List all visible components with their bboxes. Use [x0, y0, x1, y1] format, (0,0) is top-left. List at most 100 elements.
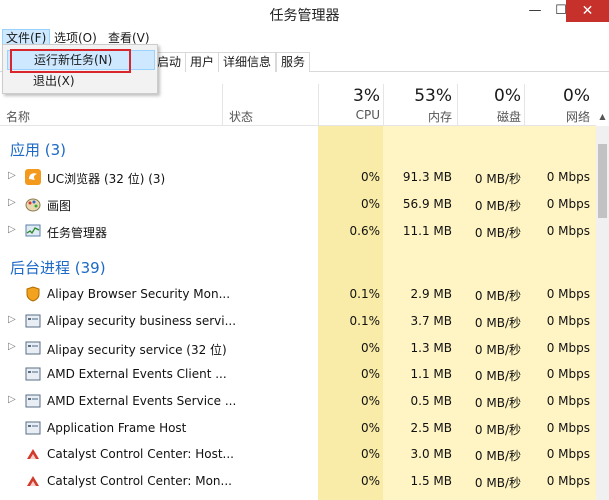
- column-cpu[interactable]: CPU: [320, 108, 380, 122]
- process-network: 0 Mbps: [546, 287, 590, 301]
- process-memory: 2.9 MB: [410, 287, 452, 301]
- process-name: UC浏览器 (32 位) (3): [47, 172, 166, 186]
- process-name: AMD External Events Client ...: [47, 367, 227, 381]
- column-divider: [318, 84, 319, 126]
- process-disk: 0 MB/秒: [474, 396, 521, 410]
- process-memory: 2.5 MB: [410, 421, 452, 435]
- process-memory: 0.5 MB: [410, 394, 452, 408]
- service-icon: [25, 394, 41, 408]
- catalyst-icon: [27, 449, 39, 459]
- expand-arrow-icon[interactable]: ▷: [8, 341, 16, 352]
- column-divider: [222, 84, 223, 126]
- process-cpu: 0.1%: [349, 287, 381, 301]
- column-disk[interactable]: 磁盘: [459, 108, 521, 125]
- process-network: 0 Mbps: [546, 474, 590, 488]
- process-name: 任务管理器: [47, 226, 108, 240]
- process-cpu: 0.1%: [349, 314, 381, 328]
- service-icon: [25, 341, 41, 355]
- file-menu-dropdown: 运行新任务(N) 退出(X): [2, 44, 158, 94]
- scrollbar-thumb[interactable]: [598, 144, 607, 218]
- process-row[interactable]: Alipay Browser Security Mon... 0.1% 2.9 …: [0, 281, 596, 307]
- column-divider: [383, 84, 384, 126]
- menu-item-run-new-task[interactable]: 运行新任务(N): [7, 50, 155, 70]
- tab-details[interactable]: 详细信息: [218, 52, 277, 72]
- process-network: 0 Mbps: [546, 394, 590, 408]
- process-memory: 56.9 MB: [402, 197, 452, 211]
- column-name[interactable]: 名称: [6, 108, 30, 125]
- process-name: Alipay security business servi...: [47, 314, 237, 328]
- process-name: AMD External Events Service ...: [47, 394, 237, 408]
- process-network: 0 Mbps: [546, 170, 590, 184]
- group-background[interactable]: 后台进程 (39): [10, 257, 106, 278]
- process-network: 0 Mbps: [546, 367, 590, 381]
- process-row[interactable]: ▷ Alipay security business servi... 0.1%…: [0, 308, 596, 334]
- process-cpu: 0%: [360, 421, 380, 435]
- title-bar: 任务管理器 — ☐ ✕: [0, 0, 609, 28]
- vertical-scrollbar[interactable]: [596, 126, 609, 500]
- process-row[interactable]: ▷ UC浏览器 (32 位) (3) 0% 91.3 MB 0 MB/秒 0 M…: [0, 164, 596, 190]
- process-network: 0 Mbps: [546, 224, 590, 238]
- column-memory[interactable]: 内存: [385, 108, 452, 125]
- memory-total: 53%: [414, 86, 452, 106]
- process-disk: 0 MB/秒: [474, 343, 521, 357]
- process-name: 画图: [47, 199, 72, 213]
- column-status[interactable]: 状态: [229, 108, 253, 125]
- process-disk: 0 MB/秒: [474, 172, 521, 186]
- process-disk: 0 MB/秒: [474, 226, 521, 240]
- process-name: Catalyst Control Center: Host...: [47, 447, 234, 461]
- process-name: Alipay Browser Security Mon...: [47, 287, 231, 301]
- process-row[interactable]: Catalyst Control Center: Host... 0% 3.0 …: [0, 441, 596, 467]
- task-manager-icon: [25, 224, 41, 237]
- scroll-up-arrow-icon[interactable]: ▲: [596, 110, 609, 124]
- shield-icon: [26, 286, 40, 302]
- process-memory: 1.5 MB: [410, 474, 452, 488]
- process-cpu: 0%: [360, 341, 380, 355]
- tab-services[interactable]: 服务: [276, 52, 311, 72]
- network-total: 0%: [563, 86, 590, 106]
- expand-arrow-icon[interactable]: ▷: [8, 197, 16, 208]
- cpu-total: 3%: [353, 86, 380, 106]
- process-cpu: 0%: [360, 170, 380, 184]
- process-disk: 0 MB/秒: [474, 369, 521, 383]
- process-row[interactable]: ▷ 任务管理器 0.6% 11.1 MB 0 MB/秒 0 Mbps: [0, 218, 596, 244]
- process-cpu: 0%: [360, 447, 380, 461]
- tab-users[interactable]: 用户: [185, 52, 220, 72]
- column-divider: [457, 84, 458, 126]
- process-row[interactable]: Application Frame Host 0% 2.5 MB 0 MB/秒 …: [0, 415, 596, 441]
- process-name: Alipay security service (32 位): [47, 343, 227, 357]
- process-memory: 3.0 MB: [410, 447, 452, 461]
- process-row[interactable]: Catalyst Control Center: Mon... 0% 1.5 M…: [0, 468, 596, 494]
- process-name: Application Frame Host: [47, 421, 187, 435]
- process-cpu: 0.6%: [349, 224, 381, 238]
- process-row[interactable]: AMD External Events Client ... 0% 1.1 MB…: [0, 361, 596, 387]
- process-row[interactable]: ▷ 画图 0% 56.9 MB 0 MB/秒 0 Mbps: [0, 191, 596, 217]
- process-row[interactable]: ▷ AMD External Events Service ... 0% 0.5…: [0, 388, 596, 414]
- process-disk: 0 MB/秒: [474, 289, 521, 303]
- expand-arrow-icon[interactable]: ▷: [8, 170, 16, 181]
- process-memory: 1.3 MB: [410, 341, 452, 355]
- paint-icon: [25, 198, 41, 212]
- process-memory: 3.7 MB: [410, 314, 452, 328]
- process-disk: 0 MB/秒: [474, 449, 521, 463]
- process-disk: 0 MB/秒: [474, 199, 521, 213]
- expand-arrow-icon[interactable]: ▷: [8, 314, 16, 325]
- column-network[interactable]: 网络: [526, 108, 590, 125]
- group-apps[interactable]: 应用 (3): [10, 139, 66, 160]
- menu-item-exit[interactable]: 退出(X): [7, 71, 155, 91]
- service-icon: [25, 314, 41, 328]
- expand-arrow-icon[interactable]: ▷: [8, 224, 16, 235]
- process-row[interactable]: ▷ Alipay security service (32 位) 0% 1.3 …: [0, 335, 596, 361]
- expand-arrow-icon[interactable]: ▷: [8, 394, 16, 405]
- process-disk: 0 MB/秒: [474, 476, 521, 490]
- service-icon: [25, 367, 41, 381]
- close-button[interactable]: ✕: [566, 0, 609, 22]
- uc-browser-icon: [25, 169, 41, 185]
- process-network: 0 Mbps: [546, 197, 590, 211]
- process-cpu: 0%: [360, 197, 380, 211]
- process-network: 0 Mbps: [546, 447, 590, 461]
- process-disk: 0 MB/秒: [474, 423, 521, 437]
- window-title: 任务管理器: [269, 8, 340, 24]
- process-cpu: 0%: [360, 474, 380, 488]
- disk-total: 0%: [494, 86, 521, 106]
- process-network: 0 Mbps: [546, 421, 590, 435]
